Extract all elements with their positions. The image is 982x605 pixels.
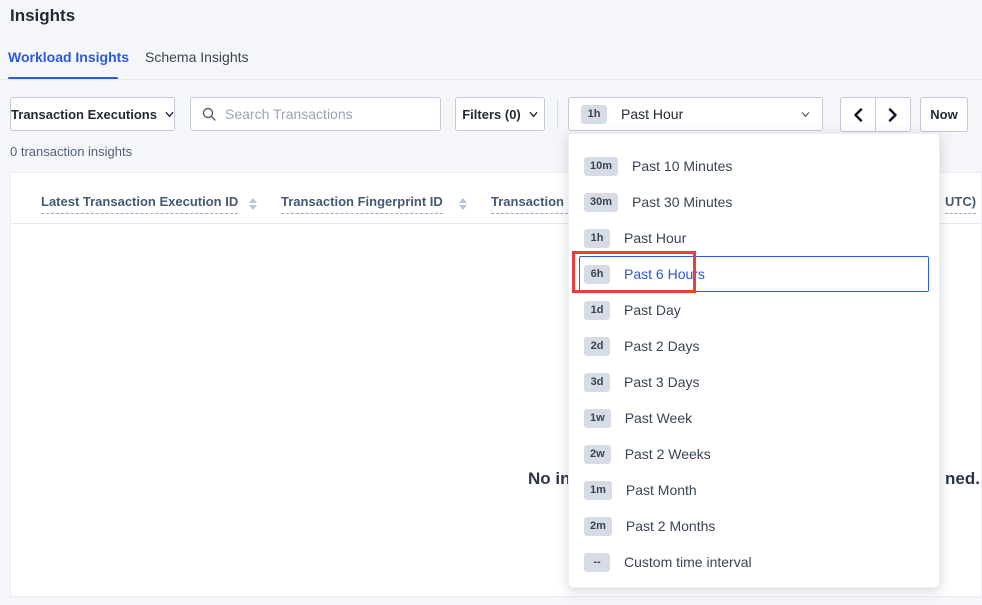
time-option-badge: 10m xyxy=(584,157,618,176)
chevron-down-icon xyxy=(529,110,538,119)
column-header-txn-fingerprint-id[interactable]: Transaction Fingerprint ID xyxy=(281,194,443,214)
time-option-badge: -- xyxy=(584,553,610,572)
time-option[interactable]: 1d Past Day xyxy=(579,292,929,328)
time-range-badge: 1h xyxy=(581,105,607,124)
time-option[interactable]: 1w Past Week xyxy=(579,400,929,436)
time-option-badge: 3d xyxy=(584,373,610,392)
time-option-badge: 2d xyxy=(584,337,610,356)
search-icon xyxy=(201,106,217,122)
time-option-label: Past 2 Weeks xyxy=(625,446,711,462)
time-option-label: Past Hour xyxy=(624,230,686,246)
insights-page: Insights Workload Insights Schema Insigh… xyxy=(0,0,982,605)
page-title: Insights xyxy=(10,6,75,26)
filters-button[interactable]: Filters (0) xyxy=(455,97,545,131)
time-option-label: Past Day xyxy=(624,302,681,318)
time-option-label: Past 2 Days xyxy=(624,338,699,354)
time-option-label: Past 3 Days xyxy=(624,374,699,390)
time-option[interactable]: 1m Past Month xyxy=(579,472,929,508)
time-option-label: Past Week xyxy=(625,410,692,426)
time-prev-button[interactable] xyxy=(840,97,876,132)
time-range-label: Past Hour xyxy=(621,106,801,122)
time-option[interactable]: 2d Past 2 Days xyxy=(579,328,929,364)
search-field-wrap xyxy=(190,97,441,131)
time-option-badge: 1d xyxy=(584,301,610,320)
chevron-right-icon xyxy=(887,108,899,122)
time-option-badge: 2m xyxy=(584,517,612,536)
empty-state-text-end: ned. xyxy=(945,469,980,489)
column-header-latest-txn-execution-id[interactable]: Latest Transaction Execution ID xyxy=(41,194,238,214)
time-option[interactable]: 3d Past 3 Days xyxy=(579,364,929,400)
time-option-label: Past 30 Minutes xyxy=(632,194,732,210)
column-header-utc-fragment[interactable]: UTC) xyxy=(945,194,976,214)
time-option-label: Past Month xyxy=(626,482,697,498)
chevron-down-icon xyxy=(801,110,810,119)
annotation-highlight-box xyxy=(572,251,696,293)
time-option[interactable]: 2w Past 2 Weeks xyxy=(579,436,929,472)
insights-count-text: 0 transaction insights xyxy=(10,144,132,159)
time-option-label: Past 2 Months xyxy=(626,518,716,534)
time-next-button[interactable] xyxy=(875,97,911,132)
now-button[interactable]: Now xyxy=(920,97,968,132)
time-option-badge: 30m xyxy=(584,193,618,212)
sort-icon[interactable] xyxy=(459,198,467,210)
time-option-label: Custom time interval xyxy=(624,554,752,570)
empty-state-text-start: No in xyxy=(528,469,571,489)
time-option-badge: 1w xyxy=(584,409,611,428)
time-range-dropdown: 10m Past 10 Minutes 30m Past 30 Minutes … xyxy=(568,133,940,588)
tab-schema-insights[interactable]: Schema Insights xyxy=(145,49,249,65)
time-option[interactable]: 2m Past 2 Months xyxy=(579,508,929,544)
tabs-divider xyxy=(0,79,982,80)
chevron-down-icon xyxy=(165,110,174,119)
time-option-label: Past 10 Minutes xyxy=(632,158,732,174)
time-option[interactable]: -- Custom time interval xyxy=(579,544,929,580)
time-option-badge: 2w xyxy=(584,445,611,464)
sort-icon[interactable] xyxy=(249,198,257,210)
time-option[interactable]: 10m Past 10 Minutes xyxy=(579,148,929,184)
toolbar-divider xyxy=(557,99,558,129)
tab-workload-insights[interactable]: Workload Insights xyxy=(8,49,129,65)
type-select-label: Transaction Executions xyxy=(11,107,157,122)
type-select-button[interactable]: Transaction Executions xyxy=(10,97,175,131)
search-input[interactable] xyxy=(190,97,441,131)
filters-label: Filters (0) xyxy=(462,107,521,122)
time-option-badge: 1h xyxy=(584,229,610,248)
chevron-left-icon xyxy=(852,108,864,122)
time-option[interactable]: 30m Past 30 Minutes xyxy=(579,184,929,220)
time-range-select[interactable]: 1h Past Hour xyxy=(568,97,823,131)
time-option-badge: 1m xyxy=(584,481,612,500)
